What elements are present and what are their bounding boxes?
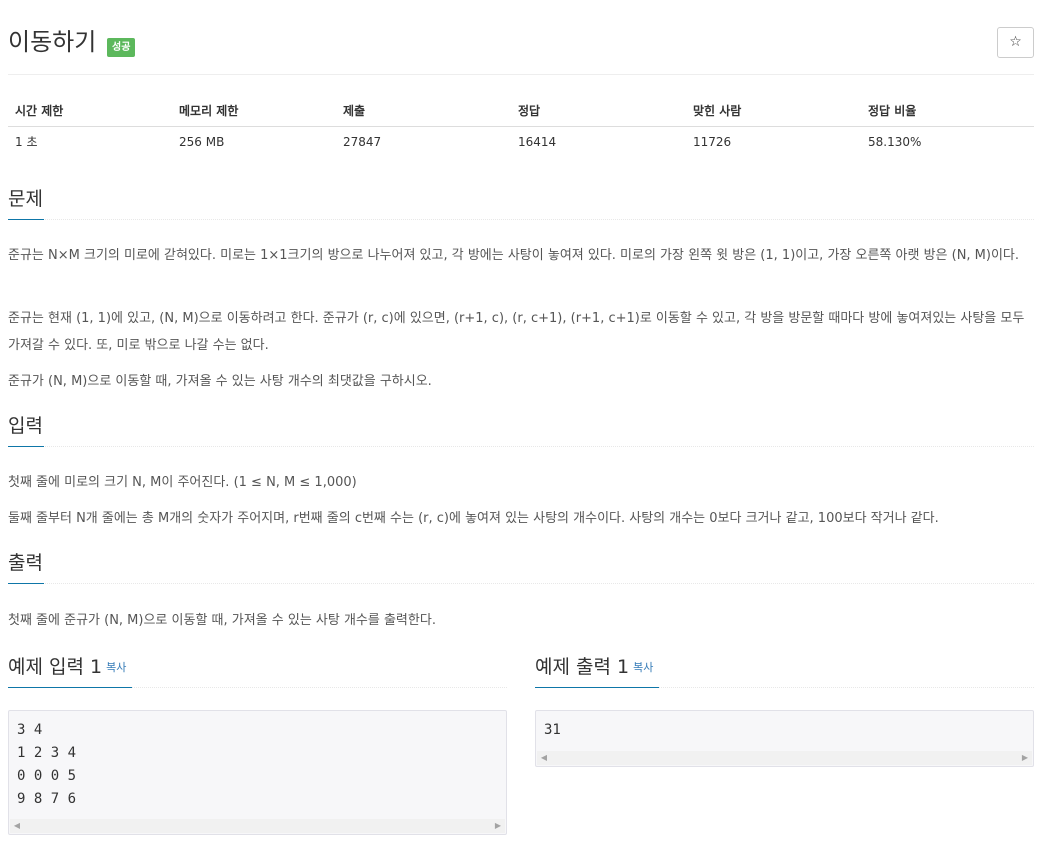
solved-users-value: 11726 xyxy=(693,134,732,149)
sample-output-title: 예제 출력 1 복사 xyxy=(535,656,654,678)
accepted-value: 16414 xyxy=(518,134,557,149)
scroll-right-icon[interactable]: ▶ xyxy=(1018,751,1032,765)
sample-output-box[interactable]: 31 ◀ ▶ xyxy=(535,710,1034,767)
header-solved-users: 맞힌 사람 xyxy=(686,95,861,127)
accept-ratio-value: 58.130% xyxy=(868,134,922,149)
header-submissions: 제출 xyxy=(336,95,511,127)
problem-info-table: 시간 제한 메모리 제한 제출 정답 맞힌 사람 정답 비율 1 초 256 M… xyxy=(8,95,1034,157)
section-divider xyxy=(8,446,1034,447)
problem-description-3: 준규가 (N, M)으로 이동할 때, 가져올 수 있는 사탕 개수의 최댓값을… xyxy=(8,374,432,389)
problem-description-1: 준규는 N×M 크기의 미로에 갇혀있다. 미로는 1×1크기의 방으로 나누어… xyxy=(8,248,1020,263)
scroll-left-icon[interactable]: ◀ xyxy=(537,751,551,765)
header-accepted: 정답 xyxy=(511,95,686,127)
section-underline xyxy=(8,446,44,447)
problem-header: 이동하기 성공 ☆ xyxy=(8,26,1034,60)
input-description-2: 둘째 줄부터 N개 줄에는 총 M개의 숫자가 주어지며, r번째 줄의 c번째… xyxy=(8,511,939,526)
table-header-row: 시간 제한 메모리 제한 제출 정답 맞힌 사람 정답 비율 xyxy=(8,95,1034,127)
problem-section-title: 문제 xyxy=(8,188,43,210)
status-badge: 성공 xyxy=(107,38,136,57)
copy-sample-input-button[interactable]: 복사 xyxy=(106,661,126,674)
sample-input-header: 예제 입력 1 복사 xyxy=(8,654,507,690)
time-limit-value: 1 초 xyxy=(15,135,38,150)
sample-input-title: 예제 입력 1 복사 xyxy=(8,656,127,678)
header-time-limit: 시간 제한 xyxy=(8,95,172,127)
section-divider xyxy=(8,583,1034,584)
output-section-header: 출력 xyxy=(8,550,1034,586)
header-divider xyxy=(8,74,1034,75)
problem-title: 이동하기 xyxy=(8,28,97,56)
memory-limit-value: 256 MB xyxy=(179,134,225,149)
section-underline xyxy=(8,687,132,688)
output-description-1: 첫째 줄에 준규가 (N, M)으로 이동할 때, 가져올 수 있는 사탕 개수… xyxy=(8,613,436,628)
section-divider xyxy=(8,219,1034,220)
sample-output-content: 31 xyxy=(544,722,561,738)
sample-input-box[interactable]: 3 4 1 2 3 4 0 0 0 5 9 8 7 6 ◀ ▶ xyxy=(8,710,507,835)
table-row: 1 초 256 MB 27847 16414 11726 58.130% xyxy=(8,126,1034,157)
scroll-left-icon[interactable]: ◀ xyxy=(10,819,24,833)
favorite-button[interactable]: ☆ xyxy=(997,27,1034,58)
header-accept-ratio: 정답 비율 xyxy=(861,95,1034,127)
scroll-right-icon[interactable]: ▶ xyxy=(491,819,505,833)
input-description-1: 첫째 줄에 미로의 크기 N, M이 주어진다. (1 ≤ N, M ≤ 1,0… xyxy=(8,475,357,490)
section-underline xyxy=(535,687,659,688)
output-section-title: 출력 xyxy=(8,552,43,574)
input-section-header: 입력 xyxy=(8,413,1034,449)
sample-input-content: 3 4 1 2 3 4 0 0 0 5 9 8 7 6 xyxy=(17,722,77,807)
submissions-value: 27847 xyxy=(343,134,382,149)
copy-sample-output-button[interactable]: 복사 xyxy=(633,661,653,674)
section-underline xyxy=(8,219,44,220)
problem-section-header: 문제 xyxy=(8,186,1034,222)
horizontal-scrollbar[interactable]: ◀ ▶ xyxy=(537,751,1032,765)
input-section-title: 입력 xyxy=(8,415,43,437)
problem-page: 이동하기 성공 ☆ 시간 제한 메모리 제한 제출 정답 맞힌 사람 정답 비율… xyxy=(0,0,1057,847)
horizontal-scrollbar[interactable]: ◀ ▶ xyxy=(10,819,505,833)
section-underline xyxy=(8,583,44,584)
problem-description-2: 준규는 현재 (1, 1)에 있고, (N, M)으로 이동하려고 한다. 준규… xyxy=(8,311,1025,353)
header-memory-limit: 메모리 제한 xyxy=(172,95,336,127)
sample-output-header: 예제 출력 1 복사 xyxy=(535,654,1034,690)
star-icon: ☆ xyxy=(1009,34,1022,50)
